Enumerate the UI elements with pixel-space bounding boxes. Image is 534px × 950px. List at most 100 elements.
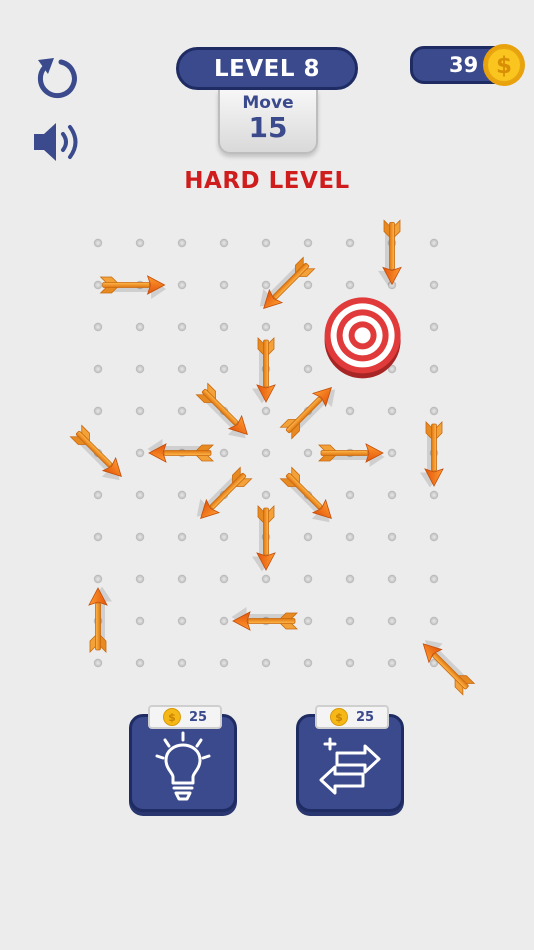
arrow-piece-down[interactable] [378,219,402,286]
grid-peg [177,658,187,668]
grid-peg [429,616,439,626]
arrow-piece-down-right[interactable] [192,382,255,446]
grid-peg [177,574,187,584]
arrow-piece-up-left[interactable] [416,633,479,696]
grid-peg [93,280,103,290]
grid-peg [177,280,187,290]
svg-text:$: $ [335,711,343,724]
grid-peg [93,322,103,332]
svg-text:$: $ [168,711,176,724]
grid-peg [345,658,355,668]
level-indicator: LEVEL 8 [176,47,358,90]
grid-peg [177,490,187,500]
grid-peg [177,364,187,374]
arrow-piece-left[interactable] [231,607,298,631]
grid-peg [135,532,145,542]
grid-peg [135,238,145,248]
sound-toggle-button[interactable] [30,118,88,166]
arrow-piece-up-right[interactable] [279,380,343,443]
bullseye-target [324,297,401,379]
grid-peg [135,490,145,500]
grid-peg [261,658,271,668]
grid-peg [387,658,397,668]
grid-peg [303,532,313,542]
grid-peg [261,280,271,290]
grid-peg [429,490,439,500]
grid-peg [345,532,355,542]
grid-peg [93,406,103,416]
move-counter: Move 15 [218,90,318,154]
arrow-piece-up[interactable] [88,586,112,653]
arrow-piece-down[interactable] [252,337,276,404]
arrow-piece-left[interactable] [147,439,214,463]
grid-peg [219,658,229,668]
swap-price: 25 [355,709,375,725]
grid-peg [219,616,229,626]
difficulty-label: HARD LEVEL [184,168,350,194]
arrow-piece-down-left[interactable] [190,463,253,526]
grid-peg [219,574,229,584]
svg-text:$: $ [496,53,512,79]
grid-peg [135,658,145,668]
grid-peg [261,574,271,584]
grid-peg [429,574,439,584]
grid-peg [135,448,145,458]
grid-peg [345,406,355,416]
arrow-piece-right[interactable] [318,443,385,467]
restart-icon [37,58,77,99]
lightbulb-icon [155,731,211,801]
grid-peg [345,280,355,290]
move-count: 15 [248,111,288,144]
grid-peg [303,448,313,458]
grid-peg [303,322,313,332]
swap-arrows-icon [319,737,381,795]
grid-peg [177,406,187,416]
grid-peg [387,406,397,416]
grid-peg [429,406,439,416]
move-label: Move [242,93,294,113]
grid-peg [303,364,313,374]
grid-peg [429,364,439,374]
grid-peg [219,532,229,542]
grid-peg [177,532,187,542]
arrow-piece-down[interactable] [420,421,444,488]
arrow-piece-down-right[interactable] [276,466,339,530]
grid-peg [303,616,313,626]
grid-peg [135,616,145,626]
grid-peg [303,280,313,290]
grid-peg [261,448,271,458]
grid-peg [429,532,439,542]
hint-price: 25 [188,709,208,725]
coin-count: 39 [449,53,479,77]
grid-peg [429,238,439,248]
grid-peg [135,322,145,332]
level-label: LEVEL 8 [213,55,321,82]
swap-button[interactable]: $ 25 [296,705,404,812]
grid-peg [261,406,271,416]
dollar-coin-icon: $ [162,708,181,726]
hint-price-tag: $ 25 [148,705,222,729]
speaker-icon [34,123,78,161]
grid-peg [345,574,355,584]
grid-peg [261,490,271,500]
arrow-piece-down[interactable] [252,505,276,572]
dollar-coin-icon: $ [483,44,525,86]
grid-peg [345,490,355,500]
grid-peg [219,364,229,374]
grid-peg [303,238,313,248]
grid-peg [429,280,439,290]
grid-peg [135,406,145,416]
arrow-piece-down-right[interactable] [66,424,129,488]
game-board[interactable] [0,195,534,715]
grid-peg [93,658,103,668]
grid-peg [387,532,397,542]
grid-peg [93,490,103,500]
grid-peg [177,238,187,248]
grid-peg [387,574,397,584]
grid-peg [303,658,313,668]
grid-peg [135,574,145,584]
hint-button[interactable]: $ 25 [129,705,237,812]
grid-peg [219,238,229,248]
arrow-piece-right[interactable] [99,275,167,299]
restart-button[interactable] [28,50,80,102]
